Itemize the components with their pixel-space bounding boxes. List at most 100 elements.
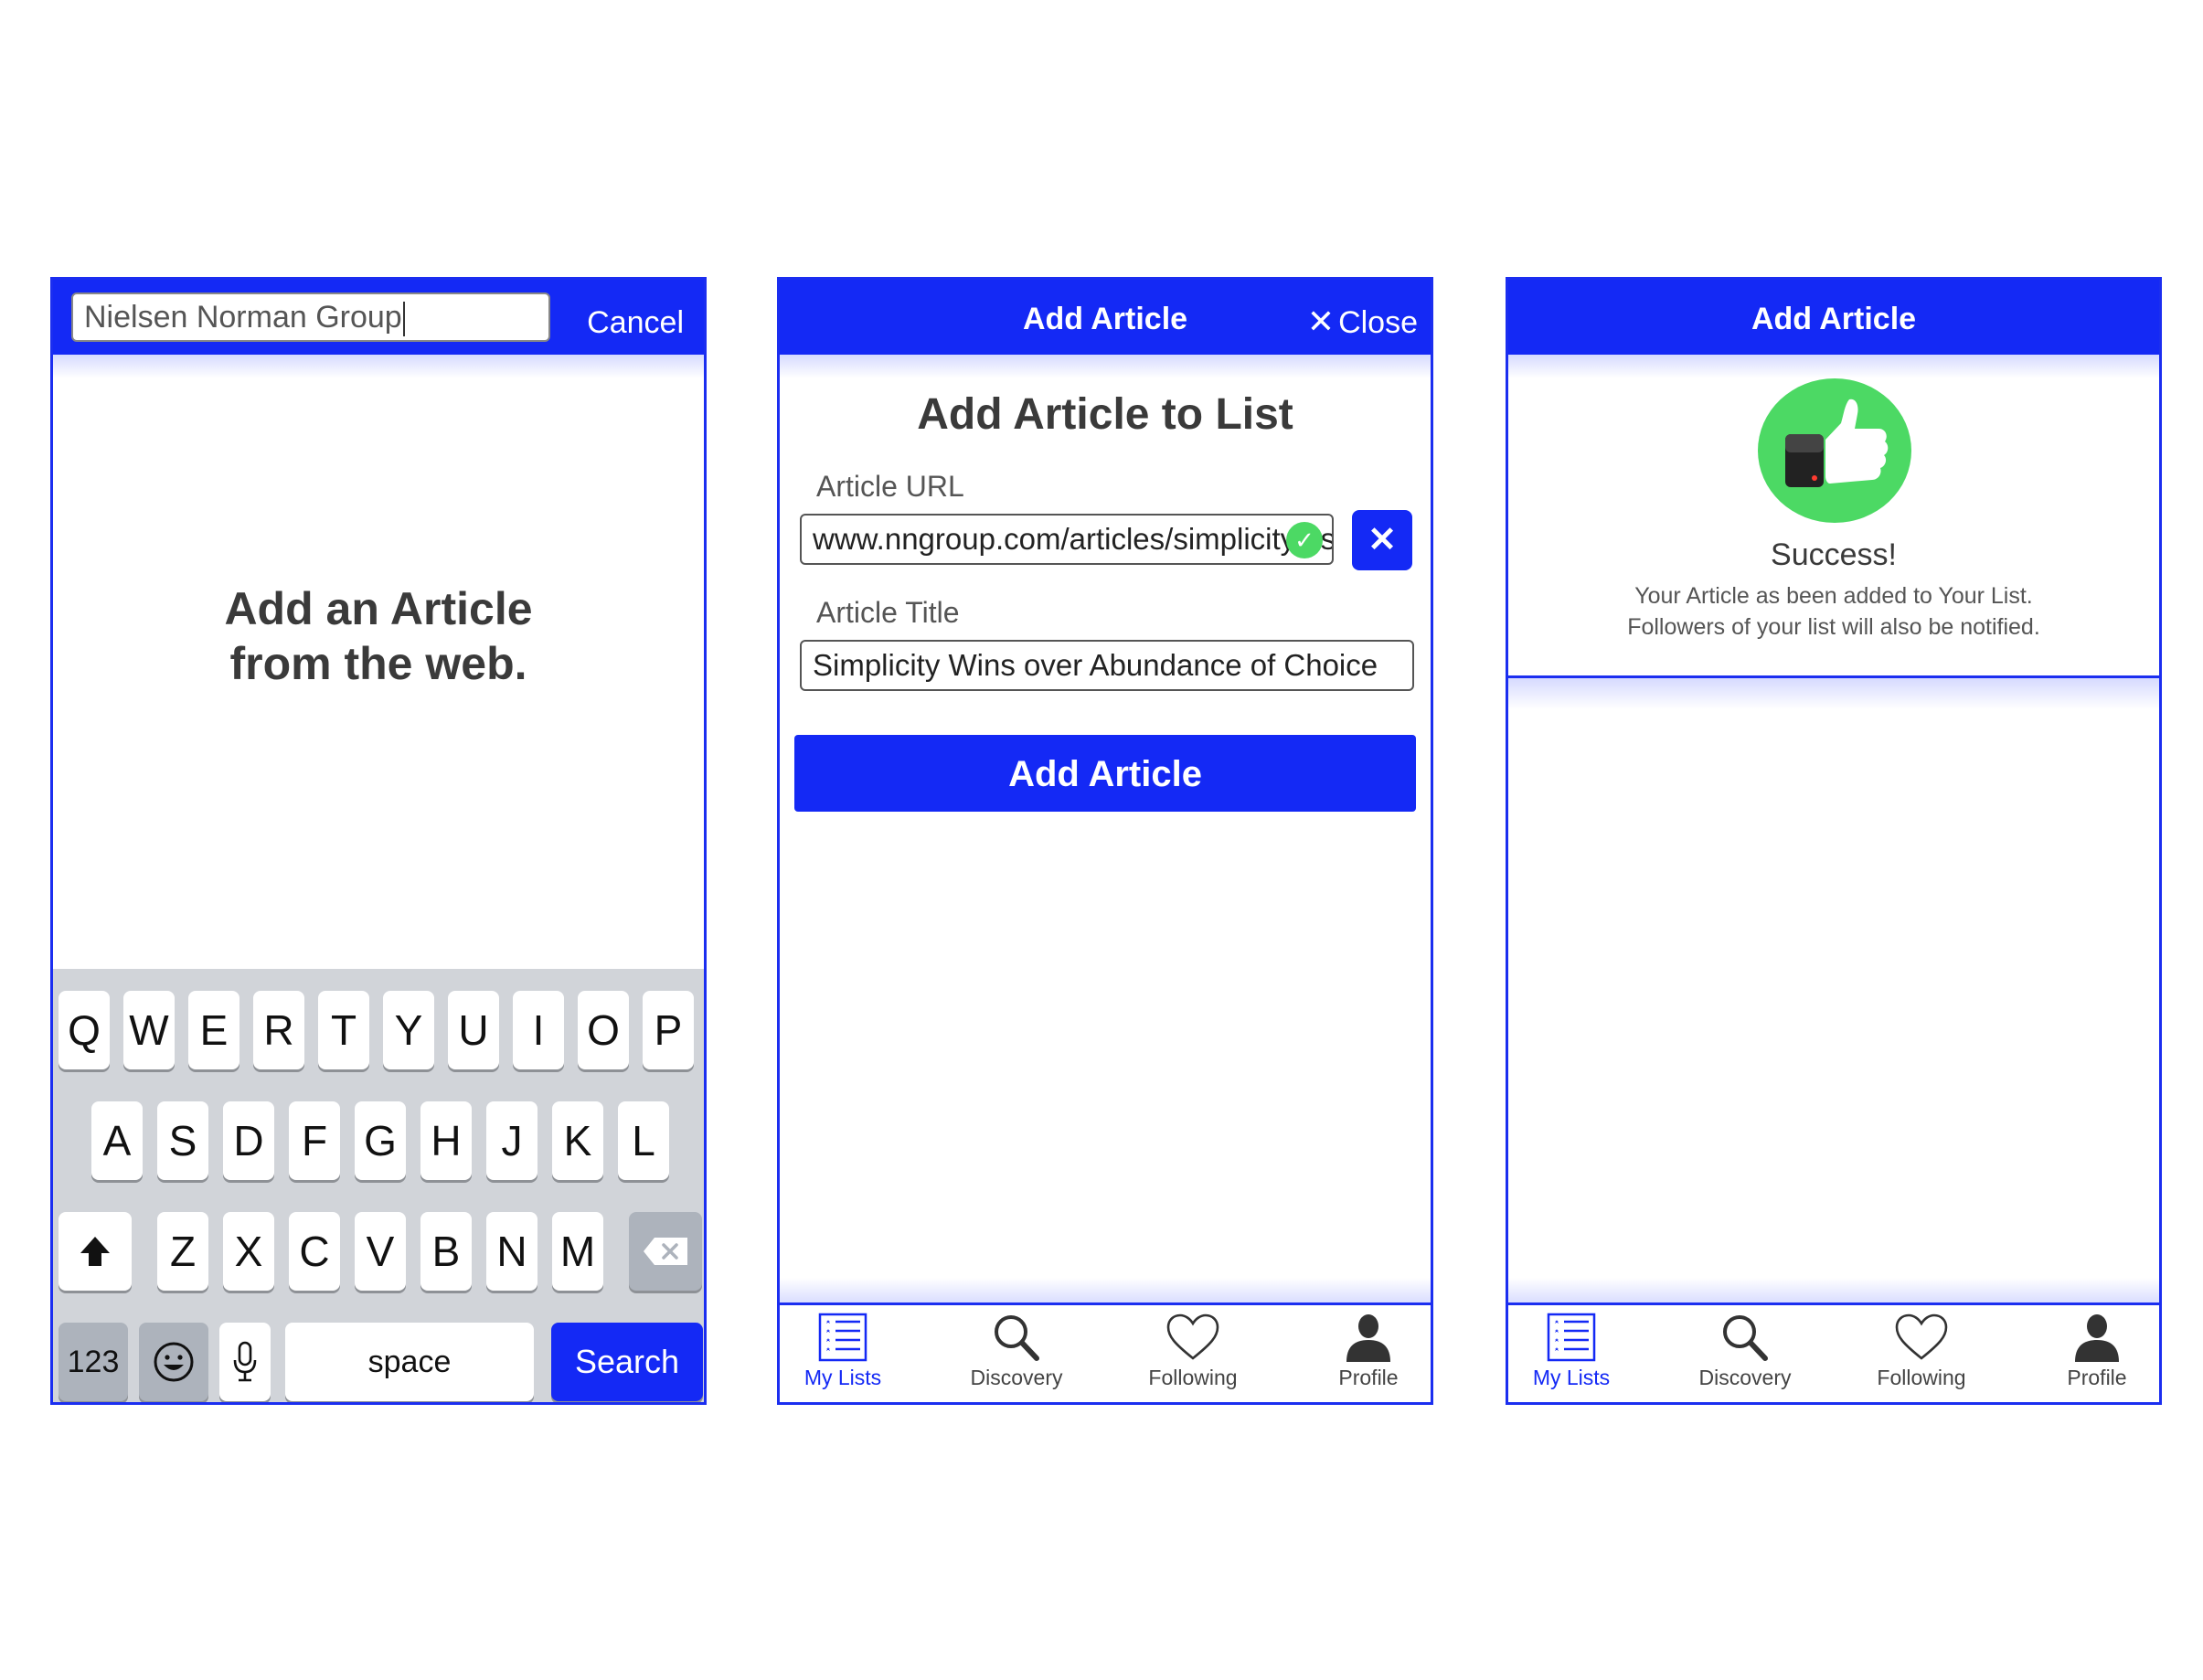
prompt-line-1: Add an Article: [224, 583, 533, 634]
form-header: Add Article ✕ Close: [780, 280, 1431, 355]
dictation-key[interactable]: [219, 1323, 271, 1401]
success-screen: Add Article Success! Your Article as bee…: [1506, 277, 2162, 1405]
tab-label: My Lists: [1532, 1366, 1611, 1389]
key-v[interactable]: V: [355, 1212, 406, 1291]
microphone-icon: [233, 1341, 257, 1382]
add-article-form-screen: Add Article ✕ Close Add Article to List A…: [777, 277, 1433, 1405]
key-i[interactable]: I: [513, 991, 564, 1069]
key-x[interactable]: X: [223, 1212, 274, 1291]
tab-discovery[interactable]: Discovery: [953, 1313, 1080, 1390]
key-w[interactable]: W: [123, 991, 175, 1069]
key-t[interactable]: T: [318, 991, 369, 1069]
clear-url-button[interactable]: ✕: [1352, 510, 1412, 570]
url-input-value: www.nngroup.com/articles/simplicity-vs-c…: [813, 522, 1332, 556]
key-l[interactable]: L: [618, 1101, 669, 1180]
key-q[interactable]: Q: [59, 991, 110, 1069]
key-g[interactable]: G: [355, 1101, 406, 1180]
key-f[interactable]: F: [289, 1101, 340, 1180]
clear-x-icon: ✕: [1368, 521, 1397, 559]
tab-bar: My Lists Discovery Following Profile: [780, 1303, 1431, 1402]
person-icon: [1346, 1314, 1390, 1362]
list-icon: [818, 1313, 867, 1362]
backspace-key[interactable]: [629, 1212, 702, 1291]
tab-discovery[interactable]: Discovery: [1681, 1313, 1809, 1390]
key-e[interactable]: E: [188, 991, 239, 1069]
form-title: Add Article to List: [917, 390, 1293, 439]
tab-profile[interactable]: Profile: [2033, 1313, 2159, 1390]
numbers-key[interactable]: 123: [59, 1323, 128, 1401]
search-key[interactable]: Search: [551, 1323, 703, 1401]
divider-shadow: [1508, 678, 2159, 709]
key-d[interactable]: D: [223, 1101, 274, 1180]
key-y[interactable]: Y: [383, 991, 434, 1069]
key-b[interactable]: B: [420, 1212, 472, 1291]
search-icon: [995, 1315, 1039, 1361]
tab-label: Discovery: [1698, 1366, 1792, 1389]
tab-profile[interactable]: Profile: [1304, 1313, 1431, 1390]
key-s[interactable]: S: [157, 1101, 208, 1180]
search-input[interactable]: Nielsen Norman Group: [71, 292, 550, 342]
key-r[interactable]: R: [253, 991, 304, 1069]
empty-state-prompt: Add an Article from the web.: [53, 581, 704, 691]
emoji-key[interactable]: [139, 1323, 208, 1401]
url-label: Article URL: [816, 470, 964, 503]
search-input-value: Nielsen Norman Group: [84, 300, 402, 335]
backspace-icon: [644, 1238, 687, 1265]
key-a[interactable]: A: [91, 1101, 143, 1180]
key-k[interactable]: K: [552, 1101, 603, 1180]
close-button[interactable]: ✕ Close: [1307, 280, 1418, 355]
thumbs-up-icon: [1758, 378, 1911, 523]
key-j[interactable]: J: [486, 1101, 537, 1180]
key-c[interactable]: C: [289, 1212, 340, 1291]
tab-label: Following: [1877, 1366, 1966, 1389]
shift-arrow-icon: [80, 1237, 110, 1266]
tab-following[interactable]: Following: [1129, 1313, 1257, 1390]
cancel-button[interactable]: Cancel: [587, 280, 684, 355]
title-input-value: Simplicity Wins over Abundance of Choice: [813, 648, 1378, 682]
valid-check-icon: ✓: [1286, 522, 1323, 558]
tab-label: My Lists: [804, 1366, 882, 1389]
add-article-button[interactable]: Add Article: [794, 735, 1416, 812]
heart-icon: [1895, 1313, 1948, 1360]
emoji-icon: [154, 1342, 194, 1382]
tab-label: Profile: [2067, 1366, 2127, 1389]
heart-icon: [1166, 1313, 1219, 1360]
header-shadow: [1508, 355, 2159, 378]
key-n[interactable]: N: [486, 1212, 537, 1291]
success-header: Add Article: [1508, 280, 2159, 355]
header-shadow: [780, 355, 1431, 378]
keyboard: Q W E R T Y U I O P A S D F G H J K L Z …: [53, 969, 704, 1402]
search-screen: Nielsen Norman Group Cancel Add an Artic…: [50, 277, 707, 1405]
close-icon: ✕: [1306, 303, 1336, 340]
key-z[interactable]: Z: [157, 1212, 208, 1291]
tab-label: Discovery: [970, 1366, 1063, 1389]
search-icon: [1723, 1315, 1768, 1361]
header-title: Add Article: [1751, 302, 1917, 336]
tabbar-shadow: [1508, 1278, 2159, 1305]
key-h[interactable]: H: [420, 1101, 472, 1180]
url-input[interactable]: www.nngroup.com/articles/simplicity-vs-c…: [800, 514, 1334, 565]
key-o[interactable]: O: [578, 991, 629, 1069]
tab-my-lists[interactable]: My Lists: [1508, 1313, 1635, 1390]
key-u[interactable]: U: [448, 991, 499, 1069]
tabbar-shadow: [780, 1278, 1431, 1305]
prompt-line-2: from the web.: [229, 638, 527, 689]
text-cursor: [402, 302, 405, 337]
tab-my-lists[interactable]: My Lists: [780, 1313, 907, 1390]
close-label: Close: [1338, 305, 1418, 340]
shift-key[interactable]: [59, 1212, 132, 1291]
key-p[interactable]: P: [643, 991, 694, 1069]
key-m[interactable]: M: [552, 1212, 603, 1291]
success-title: Success!: [1771, 537, 1897, 572]
title-label: Article Title: [816, 596, 960, 629]
success-message-line-2: Followers of your list will also be noti…: [1627, 614, 2040, 640]
tab-bar: My Lists Discovery Following Profile: [1508, 1303, 2159, 1402]
list-icon: [1547, 1313, 1596, 1362]
title-input[interactable]: Simplicity Wins over Abundance of Choice: [800, 640, 1414, 691]
space-key[interactable]: space: [285, 1323, 534, 1401]
tab-label: Profile: [1338, 1366, 1399, 1389]
tab-following[interactable]: Following: [1857, 1313, 1985, 1390]
search-header: Nielsen Norman Group Cancel: [53, 280, 704, 355]
header-shadow: [53, 355, 704, 378]
person-icon: [2075, 1314, 2119, 1362]
